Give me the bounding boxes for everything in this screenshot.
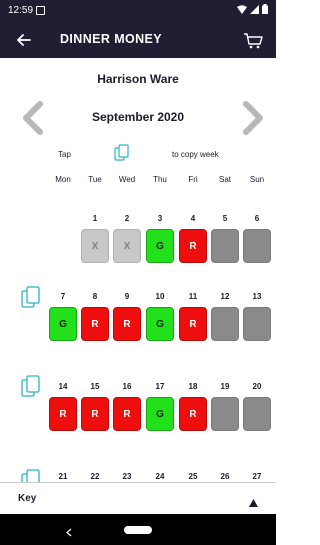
basket-icon: [244, 33, 263, 49]
chevron-left-icon: [66, 528, 72, 537]
triangle-up-icon: [249, 499, 258, 507]
weekday-label: Sun: [249, 175, 265, 184]
meal-day-cell[interactable]: [211, 397, 239, 431]
day-number: 25: [188, 472, 198, 481]
day-number: 17: [155, 382, 165, 391]
image-notification-icon: [36, 6, 45, 15]
day-number: 27: [252, 472, 262, 481]
chevron-right-icon: [243, 101, 263, 135]
hint-copy-week-text: to copy week: [172, 150, 219, 159]
meal-day-cell[interactable]: G: [146, 307, 174, 341]
key-label: Key: [18, 493, 37, 504]
weekday-label: Thu: [153, 175, 167, 184]
day-number: 19: [220, 382, 230, 391]
copy-icon: [21, 286, 40, 308]
day-number: 20: [252, 382, 262, 391]
basket-button[interactable]: [242, 29, 264, 51]
wifi-icon: [237, 4, 247, 14]
system-back-button[interactable]: [66, 524, 72, 542]
battery-icon: [262, 4, 268, 14]
meal-day-cell[interactable]: R: [81, 397, 109, 431]
day-number: 5: [222, 214, 228, 223]
meal-day-cell[interactable]: [243, 229, 271, 263]
status-icons: [237, 4, 268, 14]
key-panel[interactable]: Key: [0, 482, 276, 514]
weekday-label: Wed: [118, 175, 136, 184]
copy-week-hint: Tap to copy week: [0, 144, 276, 164]
day-number: 2: [124, 214, 130, 223]
meal-day-cell[interactable]: G: [49, 307, 77, 341]
day-number: 23: [122, 472, 132, 481]
day-number: 22: [90, 472, 100, 481]
day-number: 6: [254, 214, 260, 223]
meal-day-cell[interactable]: X: [113, 229, 141, 263]
meal-day-cell[interactable]: R: [49, 397, 77, 431]
app-bar: DINNER MONEY: [0, 22, 276, 58]
next-month-button[interactable]: [238, 100, 266, 136]
copy-icon: [21, 375, 40, 397]
day-number: 21: [58, 472, 68, 481]
meal-day-cell[interactable]: R: [179, 307, 207, 341]
day-number: 24: [155, 472, 165, 481]
day-number: 4: [190, 214, 196, 223]
status-time: 12:59: [8, 5, 34, 16]
copy-icon: [113, 144, 131, 164]
meal-day-cell[interactable]: R: [81, 307, 109, 341]
hint-tap-text: Tap: [58, 150, 71, 159]
child-name: Harrison Ware: [97, 72, 179, 86]
back-button[interactable]: [14, 30, 34, 50]
meal-day-cell[interactable]: [211, 229, 239, 263]
meal-day-cell[interactable]: [243, 307, 271, 341]
weekday-label: Tue: [88, 175, 102, 184]
meal-day-cell[interactable]: R: [113, 397, 141, 431]
page-title: DINNER MONEY: [60, 32, 163, 46]
day-number: 10: [155, 292, 165, 301]
meal-day-cell[interactable]: X: [81, 229, 109, 263]
meal-day-cell[interactable]: R: [179, 229, 207, 263]
meal-day-cell[interactable]: [211, 307, 239, 341]
meal-day-cell[interactable]: R: [113, 307, 141, 341]
day-number: 7: [60, 292, 66, 301]
signal-icon: [250, 4, 259, 14]
system-home-button[interactable]: [124, 526, 152, 534]
meal-day-cell[interactable]: G: [146, 229, 174, 263]
month-navigator: September 2020: [0, 100, 276, 136]
system-navigation-bar: [0, 514, 276, 545]
weekday-label: Fri: [188, 175, 198, 184]
day-number: 16: [122, 382, 132, 391]
day-number: 9: [124, 292, 130, 301]
arrow-left-icon: [17, 34, 31, 46]
day-number: 12: [220, 292, 230, 301]
day-number: 3: [157, 214, 163, 223]
copy-week-button[interactable]: [20, 374, 42, 398]
day-number: 26: [220, 472, 230, 481]
meal-day-cell[interactable]: [243, 397, 271, 431]
day-number: 1: [92, 214, 98, 223]
day-number: 18: [188, 382, 198, 391]
meal-day-cell[interactable]: R: [179, 397, 207, 431]
status-bar: 12:59: [0, 0, 276, 22]
day-number: 8: [92, 292, 98, 301]
day-number: 15: [90, 382, 100, 391]
copy-week-button[interactable]: [20, 285, 42, 309]
weekday-label: Sat: [218, 175, 231, 184]
day-number: 14: [58, 382, 68, 391]
expand-key-button[interactable]: [249, 494, 258, 512]
day-number: 13: [252, 292, 262, 301]
meal-day-cell[interactable]: G: [146, 397, 174, 431]
weekday-label: Mon: [55, 175, 71, 184]
month-label: September 2020: [91, 110, 185, 124]
day-number: 11: [188, 292, 198, 301]
